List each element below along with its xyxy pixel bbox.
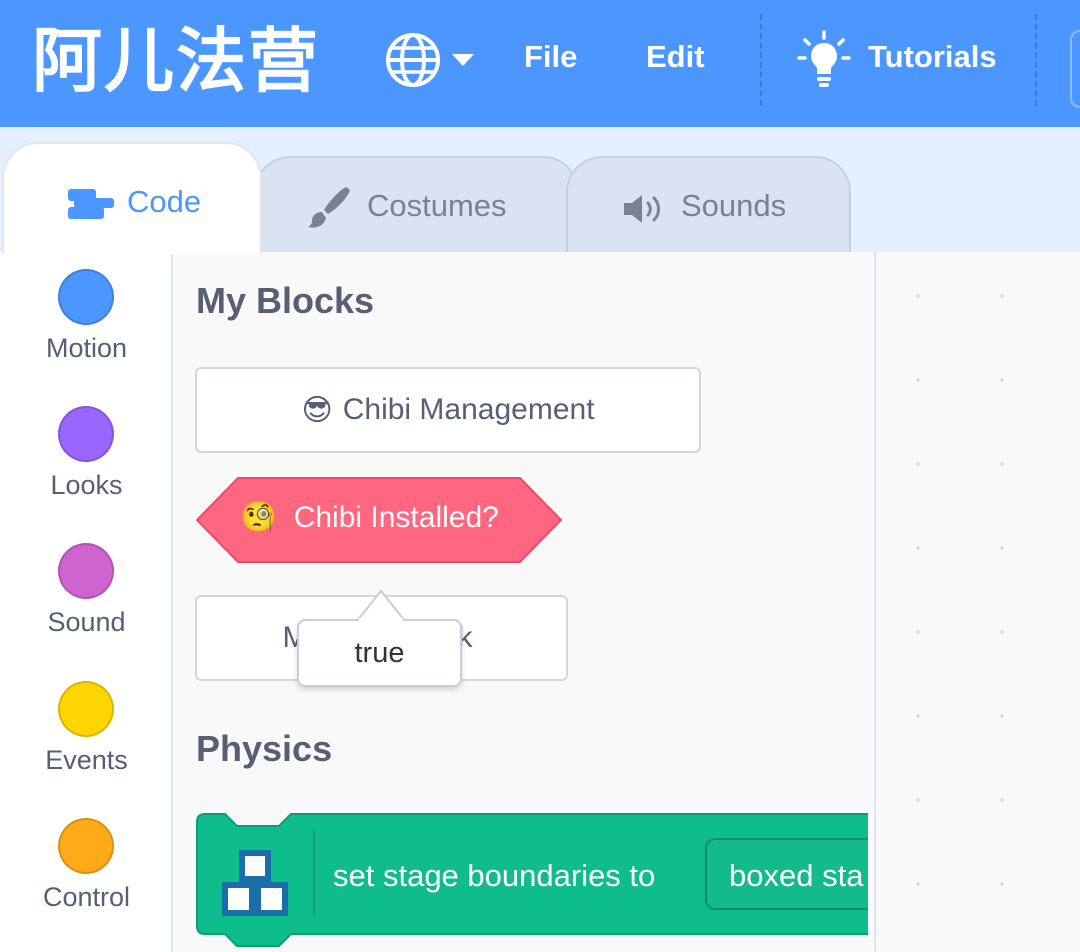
boundary-type-dropdown[interactable]: boxed sta <box>705 838 868 910</box>
menu-divider <box>1035 14 1037 106</box>
block-separator <box>313 830 315 916</box>
block-label: set stage boundaries to <box>333 858 656 893</box>
tutorials-menu[interactable]: Tutorials <box>868 34 997 80</box>
dropdown-value: boxed sta <box>729 858 864 893</box>
tab-code[interactable]: Code <box>2 142 262 254</box>
reporter-value-tooltip: true <box>297 619 462 687</box>
script-workspace[interactable] <box>876 252 1080 952</box>
tooltip-arrow <box>357 589 405 621</box>
project-title-field[interactable] <box>1070 30 1080 108</box>
tab-label: Code <box>127 184 202 219</box>
code-icon <box>68 189 114 219</box>
physics-boxes-icon <box>222 850 288 916</box>
